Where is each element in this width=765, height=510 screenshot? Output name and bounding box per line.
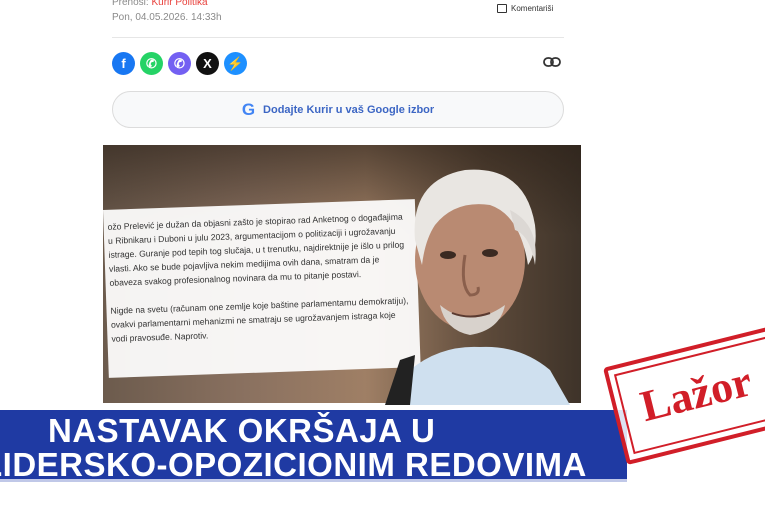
liar-stamp: Lažor (603, 319, 765, 466)
source-prefix: Prenosi: (112, 0, 152, 8)
quote-card: ožo Prelević je dužan da objasni zašto j… (103, 199, 421, 378)
source-line: Prenosi: Kurir Politika (112, 0, 222, 9)
headline-line-1: NASTAVAK OKRŠAJA U (48, 412, 436, 449)
google-icon: G (241, 99, 256, 119)
comment-icon (497, 4, 507, 13)
share-bar: f ✆ ✆ X ⚡ (112, 52, 247, 75)
google-preferred-button[interactable]: G Dodajte Kurir u vaš Google izbor (112, 91, 564, 128)
facebook-icon[interactable]: f (112, 52, 135, 75)
publish-date: Pon, 04.05.2026. 14:33h (112, 12, 222, 23)
x-icon[interactable]: X (196, 52, 219, 75)
viber-icon[interactable]: ✆ (168, 52, 191, 75)
link-icon[interactable] (543, 56, 561, 68)
source-link[interactable]: Kurir Politika (151, 0, 207, 8)
headline-line-2: LIDERSKO-OPOZICIONIM REDOVIMA (0, 446, 587, 482)
quote-paragraph-2: Nigde na svetu (računam one zemlje koje … (110, 295, 409, 344)
quote-paragraph-1: ožo Prelević je dužan da objasni zašto j… (107, 211, 405, 288)
google-button-label: Dodajte Kurir u vaš Google izbor (263, 103, 435, 116)
man-portrait (385, 169, 570, 405)
whatsapp-icon[interactable]: ✆ (140, 52, 163, 75)
messenger-icon[interactable]: ⚡ (224, 52, 247, 75)
comments-label: Komentariši (511, 4, 554, 13)
headline-banner: NASTAVAK OKRŠAJA U LIDERSKO-OPOZICIONIM … (0, 410, 627, 482)
divider (112, 37, 564, 38)
comments-button[interactable]: Komentariši (497, 4, 553, 13)
article-meta: Prenosi: Kurir Politika Pon, 04.05.2026.… (112, 0, 222, 23)
